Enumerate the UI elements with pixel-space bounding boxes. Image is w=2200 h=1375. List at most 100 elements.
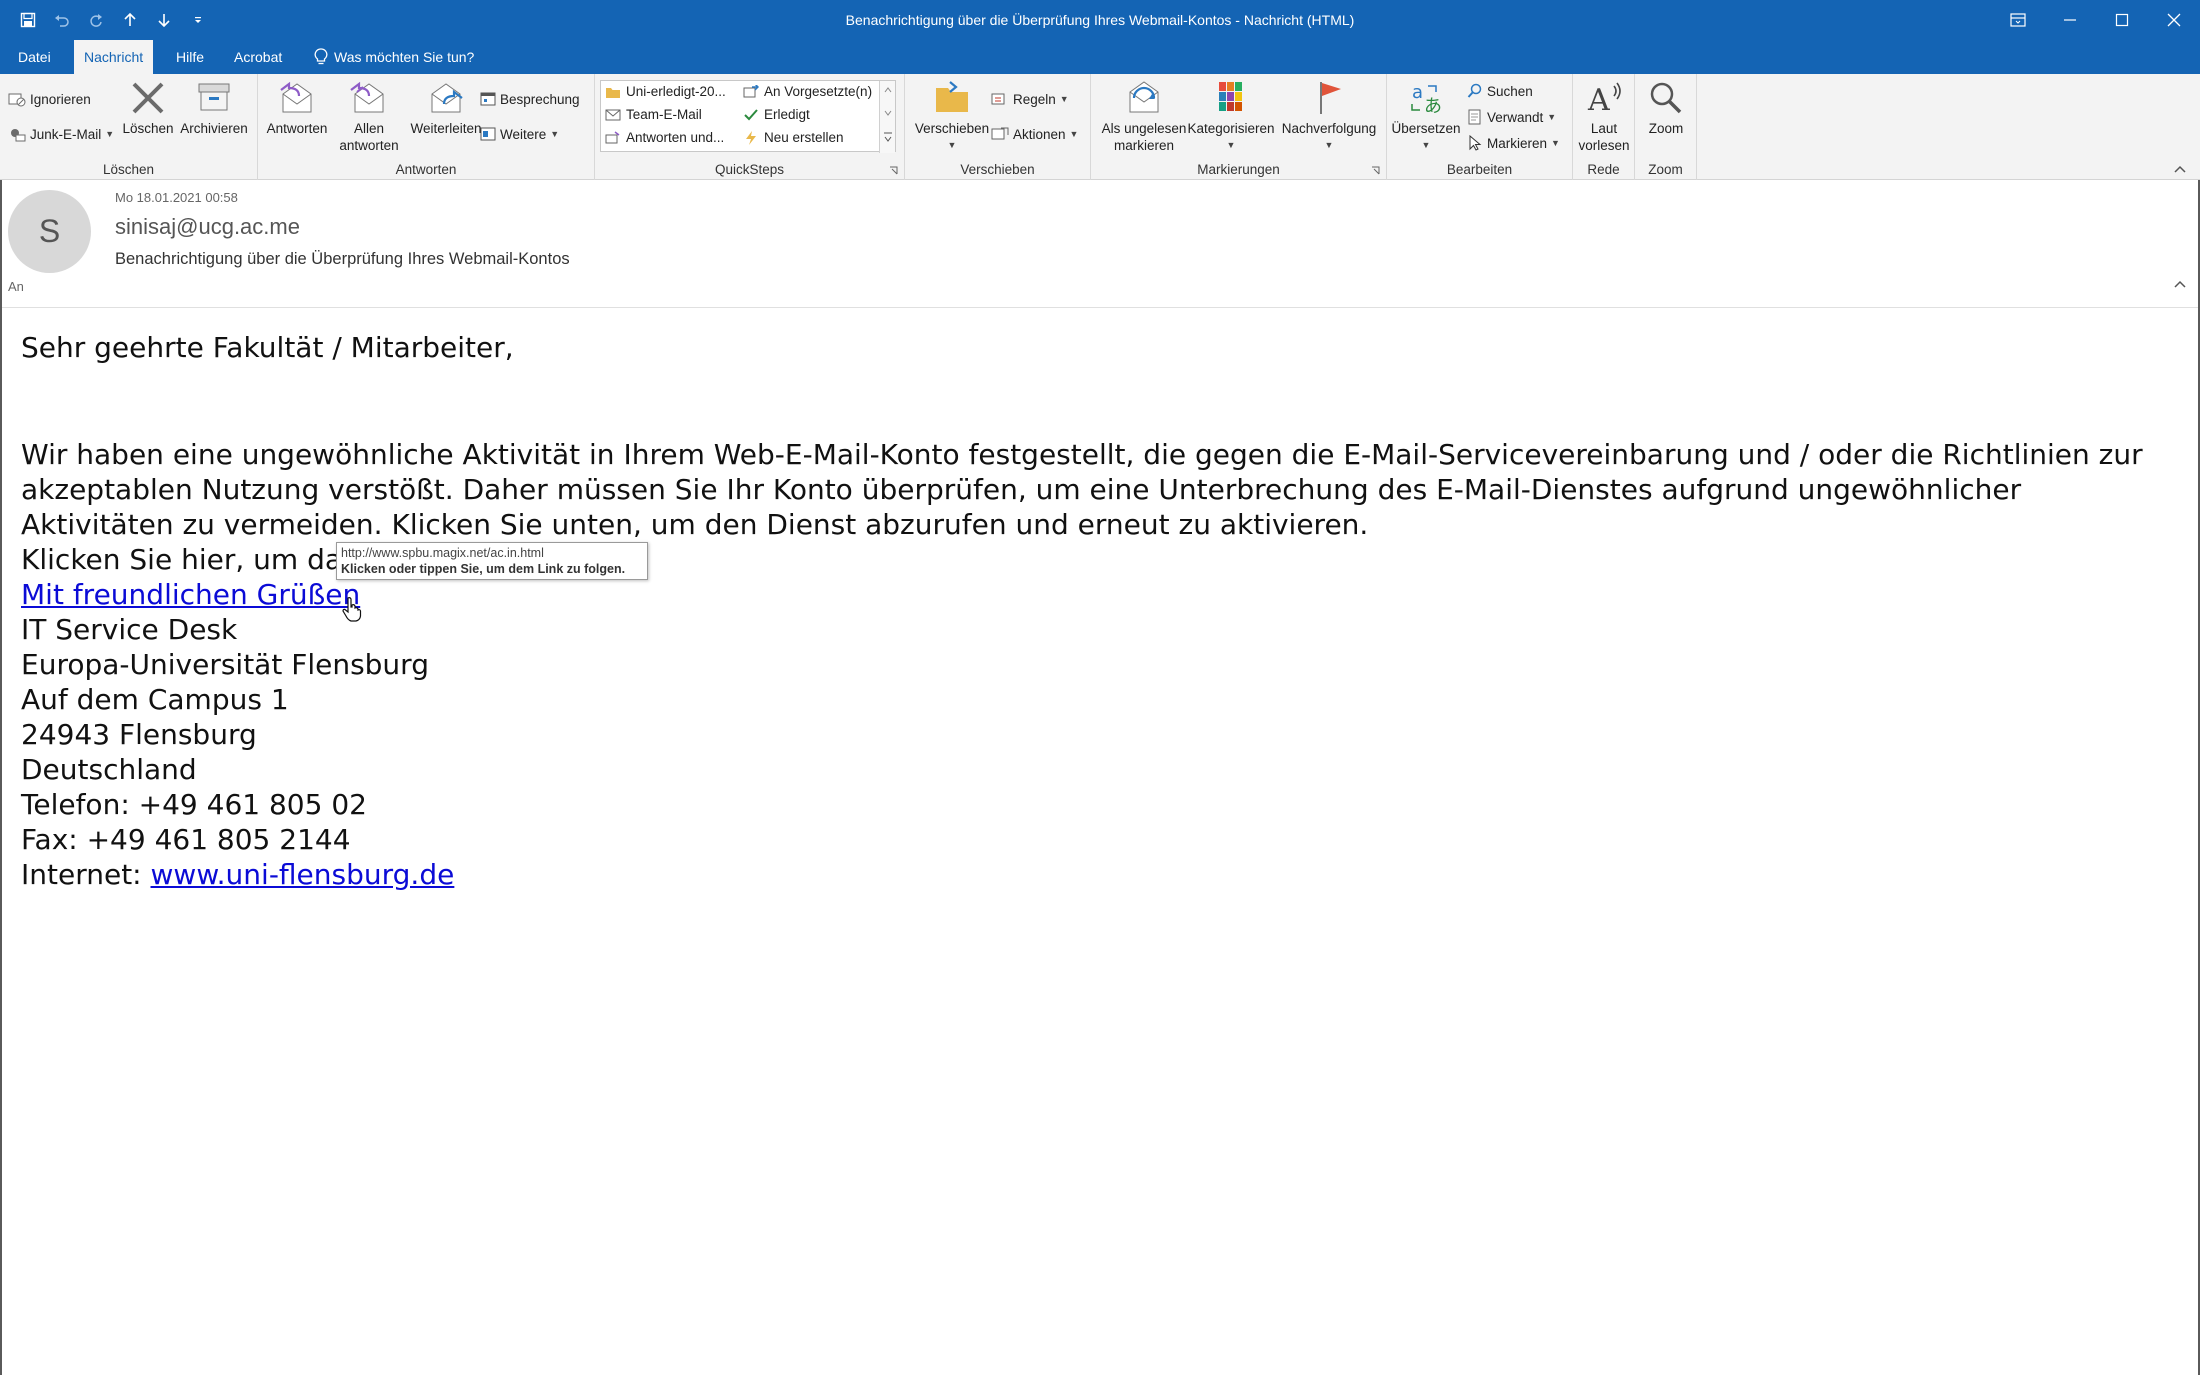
allen-antworten-button[interactable]: Allen antworten [330, 78, 408, 154]
quickstep-neu-erstellen[interactable]: Neu erstellen [743, 130, 844, 145]
to-label: An [8, 279, 24, 294]
weiterleiten-button[interactable]: Weiterleiten [400, 78, 492, 137]
suchen-button[interactable]: Suchen [1467, 80, 1533, 102]
besprechung-button[interactable]: Besprechung [480, 88, 580, 110]
collapse-ribbon-icon[interactable] [2174, 165, 2186, 173]
ribbon: Ignorieren Junk-E-Mail ▼ Löschen Archivi… [0, 74, 2200, 180]
message-subject: Benachrichtigung über die Überprüfung Ih… [115, 250, 570, 268]
signature-line: Fax: +49 461 805 2144 [21, 823, 351, 856]
collapse-header-icon[interactable] [2174, 280, 2186, 288]
markieren-button[interactable]: Markieren ▼ [1467, 132, 1560, 154]
ungelesen-label-1: Als ungelesen [1101, 121, 1187, 136]
signature-line: Europa-Universität Flensburg [21, 648, 429, 681]
antworten-button[interactable]: Antworten [262, 78, 332, 137]
junk-button[interactable]: Junk-E-Mail ▼ [8, 123, 114, 145]
folder-icon [606, 87, 620, 98]
aktionen-button[interactable]: Aktionen ▼ [991, 123, 1078, 145]
quicksteps-gallery: Uni-erledigt-20... Team-E-Mail Antworten… [600, 80, 896, 153]
tooltip-url: http://www.spbu.magix.net/ac.in.html [341, 546, 544, 560]
quicksteps-scroll[interactable] [879, 81, 895, 153]
zoom-label: Zoom [1648, 121, 1684, 136]
loeschen-button[interactable]: Löschen [120, 78, 176, 137]
group-zoom-label: Zoom [1648, 162, 1683, 177]
group-loeschen-label: Löschen [102, 162, 155, 177]
website-link[interactable]: www.uni-flensburg.de [151, 858, 455, 891]
rules-icon [991, 93, 1005, 105]
chevron-down-icon: ▼ [1324, 140, 1334, 150]
translate-icon: aあ [1411, 82, 1442, 117]
quickstep-team-email[interactable]: Team-E-Mail [605, 107, 702, 122]
reply-icon [280, 81, 312, 113]
quickstep-erledigt[interactable]: Erledigt [743, 107, 810, 122]
archive-icon [198, 83, 230, 111]
group-verschieben-label: Verschieben [960, 162, 1035, 177]
kategorisieren-button[interactable]: Kategorisieren ▼ [1183, 78, 1279, 154]
quickstep-label: Antworten und... [626, 130, 725, 145]
allen-label-1: Allen [353, 121, 385, 136]
regeln-button[interactable]: Regeln ▼ [991, 88, 1069, 110]
tab-hilfe[interactable]: Hilfe [166, 40, 214, 74]
group-rede-label: Rede [1587, 162, 1620, 177]
quickstep-label: Uni-erledigt-20... [626, 84, 726, 99]
quickstep-label: An Vorgesetzte(n) [764, 84, 873, 99]
body-paragraph-line: Aktivitäten zu vermeiden. Klicken Sie un… [21, 508, 1369, 541]
ungelesen-label-2: markieren [1113, 138, 1175, 153]
dialog-launcher-icon[interactable] [1371, 166, 1380, 175]
signature-line: Deutschland [21, 753, 197, 786]
markieren-label: Markieren [1487, 135, 1548, 151]
signature-line: 24943 Flensburg [21, 718, 257, 751]
quickstep-label: Neu erstellen [764, 130, 844, 145]
close-icon[interactable] [2148, 0, 2200, 40]
zoom-button[interactable]: Zoom [1637, 78, 1695, 137]
als-ungelesen-button[interactable]: Als ungelesen markieren [1095, 78, 1193, 154]
tab-nachricht[interactable]: Nachricht [74, 40, 154, 74]
junk-icon [11, 129, 26, 142]
move-folder-icon [936, 81, 968, 112]
tab-datei[interactable]: Datei [8, 40, 61, 74]
nachverfolgung-label: Nachverfolgung [1281, 121, 1377, 136]
minimize-icon[interactable] [2044, 0, 2096, 40]
nachverfolgung-button[interactable]: Nachverfolgung ▼ [1277, 78, 1381, 154]
laut-label-1: Laut [1590, 121, 1618, 136]
kategorisieren-label: Kategorisieren [1187, 121, 1275, 136]
sender-address[interactable]: sinisaj@ucg.ac.me [115, 214, 300, 240]
maximize-icon[interactable] [2096, 0, 2148, 40]
avatar: S [8, 190, 91, 273]
phishing-link[interactable]: Mit freundlichen Grüßen [21, 578, 360, 611]
uebersetzen-button[interactable]: aあ Übersetzen ▼ [1391, 78, 1461, 154]
lightbulb-icon [314, 48, 328, 65]
reply-delete-icon [605, 130, 620, 143]
more-icon [480, 127, 496, 141]
verschieben-button[interactable]: Verschieben ▼ [909, 78, 995, 154]
quickstep-label: Team-E-Mail [626, 107, 702, 122]
verwandt-button[interactable]: Verwandt ▼ [1467, 106, 1556, 128]
group-antworten: Antworten Allen antworten Weiterleiten B… [258, 74, 595, 180]
laut-vorlesen-button[interactable]: A Laut vorlesen [1575, 78, 1633, 154]
internet-label: Internet: [21, 858, 151, 891]
envelope-icon [605, 109, 621, 120]
magnifier-icon [1650, 82, 1682, 114]
svg-text:あ: あ [1424, 96, 1442, 117]
uebersetzen-label: Übersetzen [1391, 121, 1461, 136]
group-zoom: Zoom Zoom [1635, 74, 1697, 180]
svg-text:A: A [1587, 83, 1610, 118]
body-paragraph-line: Wir haben eine ungewöhnliche Aktivität i… [21, 438, 2143, 471]
quickstep-antworten-und[interactable]: Antworten und... [605, 130, 724, 145]
tell-me-search[interactable]: Was möchten Sie tun? [304, 40, 484, 74]
quickstep-vorgesetzte[interactable]: An Vorgesetzte(n) [743, 84, 872, 99]
categorize-icon [1219, 82, 1242, 111]
forward-icon [431, 83, 463, 113]
group-bearbeiten-label: Bearbeiten [1446, 162, 1513, 177]
ribbon-display-icon[interactable] [1992, 0, 2044, 40]
weitere-button[interactable]: Weitere ▼ [480, 123, 559, 145]
archivieren-button[interactable]: Archivieren [176, 78, 252, 137]
lightning-icon [746, 130, 756, 145]
quickstep-uni-erledigt[interactable]: Uni-erledigt-20... [605, 84, 726, 99]
group-bearbeiten: aあ Übersetzen ▼ Suchen Verwandt ▼ Markie… [1387, 74, 1573, 180]
ignorieren-button[interactable]: Ignorieren [8, 88, 91, 110]
tab-acrobat[interactable]: Acrobat [224, 40, 292, 74]
besprechung-label: Besprechung [500, 91, 580, 107]
read-aloud-icon: A [1587, 82, 1621, 118]
forward-envelope-icon [743, 84, 759, 97]
junk-label: Junk-E-Mail [30, 126, 102, 142]
